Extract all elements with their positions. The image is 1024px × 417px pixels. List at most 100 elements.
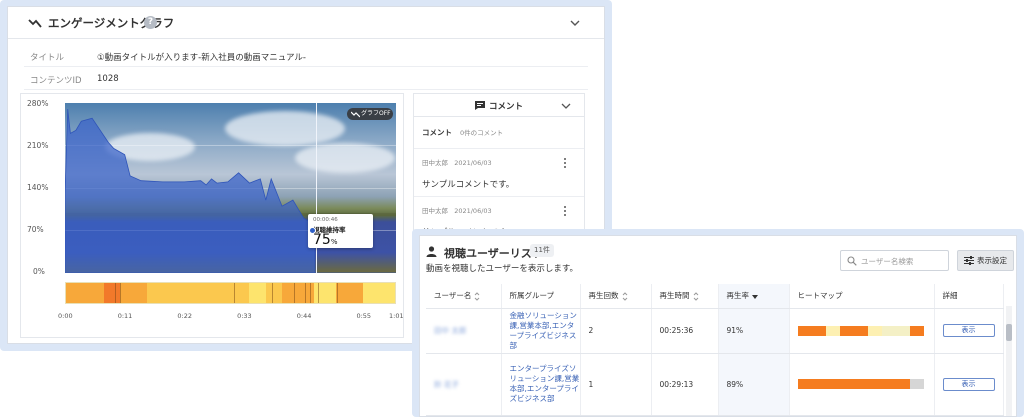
cell-user[interactable]: 鈴 花子	[426, 353, 502, 416]
retention-area	[65, 109, 396, 273]
heatmap-segment	[227, 283, 250, 303]
heatmap-cell	[853, 325, 868, 336]
graph-toggle-button[interactable]: グラフOFF	[347, 108, 393, 120]
meta-label: タイトル	[30, 53, 65, 63]
comment-text: サンプルコメントです。	[422, 180, 515, 190]
heatmap-cell	[811, 379, 826, 389]
cell-heatmap	[789, 353, 935, 416]
comment-icon	[475, 101, 485, 110]
heatmap-tick	[120, 283, 122, 303]
cell-rate: 89%	[718, 353, 790, 416]
engagement-header[interactable]: エンゲージメントグラフ ?	[8, 7, 604, 39]
heatmap-cell	[825, 379, 840, 389]
meta-value: 1028	[97, 74, 119, 84]
comment-sub-header: コメント 0件のコメント	[422, 128, 504, 137]
heatmap-cell	[895, 325, 910, 336]
meta-label: コンテンツID	[30, 76, 82, 86]
table-scrollbar[interactable]	[1006, 306, 1012, 416]
x-tick-label: 0:55	[356, 312, 372, 320]
viewer-list-description: 動画を視聴したユーザーを表示します。	[426, 264, 578, 274]
meta-row-title: タイトル ①動画タイトルが入ります-新入社員の動画マニュアル-	[24, 45, 588, 67]
heatmap-tick	[272, 283, 274, 303]
heatmap-tick	[293, 283, 295, 303]
y-tick-label: 280%	[27, 99, 49, 108]
heatmap-cell	[839, 379, 854, 389]
heatmap-tick	[114, 283, 116, 303]
search-icon	[847, 256, 857, 266]
cell-group: 金融ソリューション課,営業本部,エンタープライズビジネス部	[501, 308, 581, 354]
comment-item: 田中太郎 2021/06/03 サンプルコメントです。	[414, 148, 584, 196]
count-badge: 11件	[530, 244, 554, 257]
heatmap-cell	[811, 325, 826, 336]
chevron-down-icon[interactable]	[561, 101, 571, 111]
heatmap-cell	[867, 379, 882, 389]
x-tick-label: 0:00	[58, 312, 73, 320]
cell-detail: 表示	[934, 353, 1004, 416]
more-vertical-icon[interactable]	[563, 205, 567, 217]
table-row: 田中 太郎 金融ソリューション課,営業本部,エンタープライズビジネス部 2 00…	[426, 308, 1004, 354]
cell-time: 00:25:36	[651, 308, 719, 354]
column-header-user[interactable]: ユーザー名	[426, 284, 502, 309]
heatmap-cell	[881, 379, 896, 389]
cell-rate: 91%	[718, 308, 790, 354]
show-detail-button[interactable]: 表示	[942, 324, 995, 337]
show-detail-button[interactable]: 表示	[942, 377, 995, 391]
more-vertical-icon[interactable]	[563, 157, 567, 169]
comment-title: コメント	[489, 102, 524, 112]
help-circle-icon[interactable]: ?	[144, 16, 157, 29]
heatmap-tick	[304, 283, 306, 303]
column-header-group: 所属グループ	[501, 284, 581, 309]
row-heatmap-bar	[797, 325, 924, 336]
viewer-list-panel: 視聴ユーザーリスト 11件 動画を視聴したユーザーを表示します。 表示設定 ユー…	[419, 235, 1017, 417]
heatmap-cell	[825, 325, 840, 336]
viewer-table: ユーザー名 所属グループ 再生回数 再生時間 再生率 ヒートマップ 詳細 田中 …	[426, 284, 1004, 416]
retention-tooltip: 00:00:46 視聴維持率 75%	[308, 214, 373, 248]
heatmap-segment	[103, 283, 120, 303]
heatmap-cell	[797, 325, 812, 336]
cell-user[interactable]: 田中 太郎	[426, 308, 502, 354]
comment-header[interactable]: コメント	[414, 94, 584, 117]
cell-plays: 2	[580, 308, 652, 354]
playhead-dot[interactable]	[309, 227, 316, 234]
heatmap-cell	[909, 379, 924, 389]
heatmap-tick	[318, 283, 320, 303]
heatmap-cell	[867, 325, 882, 336]
heatmap-cell	[895, 379, 910, 389]
scrollbar-thumb[interactable]	[1006, 324, 1012, 341]
heatmap-strip[interactable]	[65, 282, 396, 304]
x-tick-label: 0:33	[237, 312, 252, 320]
meta-value: ①動画タイトルが入ります-新入社員の動画マニュアル-	[97, 53, 307, 63]
row-heatmap-bar	[797, 379, 924, 389]
heatmap-cell	[853, 379, 868, 389]
user-search-box[interactable]	[840, 250, 949, 271]
chevron-down-icon[interactable]	[569, 17, 581, 29]
cell-group: エンタープライズソリューション課,営業本部,エンタープライズビジネス部	[501, 353, 581, 416]
column-header-rate[interactable]: 再生率	[718, 284, 790, 309]
heatmap-cell	[839, 325, 854, 336]
x-tick-label: 0:22	[177, 312, 192, 320]
table-header-row: ユーザー名 所属グループ 再生回数 再生時間 再生率 ヒートマップ 詳細	[426, 284, 1004, 309]
tooltip-time: 00:00:46	[313, 217, 338, 223]
heatmap-cell	[881, 325, 896, 336]
sort-icon	[693, 292, 698, 301]
column-header-plays[interactable]: 再生回数	[580, 284, 652, 309]
comment-meta: 田中太郎 2021/06/03	[422, 159, 492, 167]
user-search-input[interactable]	[861, 254, 946, 268]
heatmap-segment	[335, 283, 363, 303]
graph-toggle-label: グラフOFF	[361, 110, 391, 117]
heatmap-segment	[66, 283, 104, 303]
viewer-list-title: 視聴ユーザーリスト	[444, 247, 543, 260]
sort-icon	[475, 292, 480, 301]
x-tick-label: 0:11	[117, 312, 133, 320]
display-settings-label: 表示設定	[977, 256, 1007, 265]
y-tick-label: 210%	[27, 141, 49, 150]
heatmap-segment	[265, 283, 282, 303]
display-settings-button[interactable]: 表示設定	[957, 250, 1014, 271]
heatmap-segment	[249, 283, 266, 303]
graph-icon	[28, 19, 42, 28]
heatmap-cell	[909, 325, 924, 336]
heatmap-segment	[362, 283, 395, 303]
y-tick-label: 0%	[33, 267, 45, 276]
column-header-time[interactable]: 再生時間	[651, 284, 719, 309]
sort-icon	[622, 292, 627, 301]
